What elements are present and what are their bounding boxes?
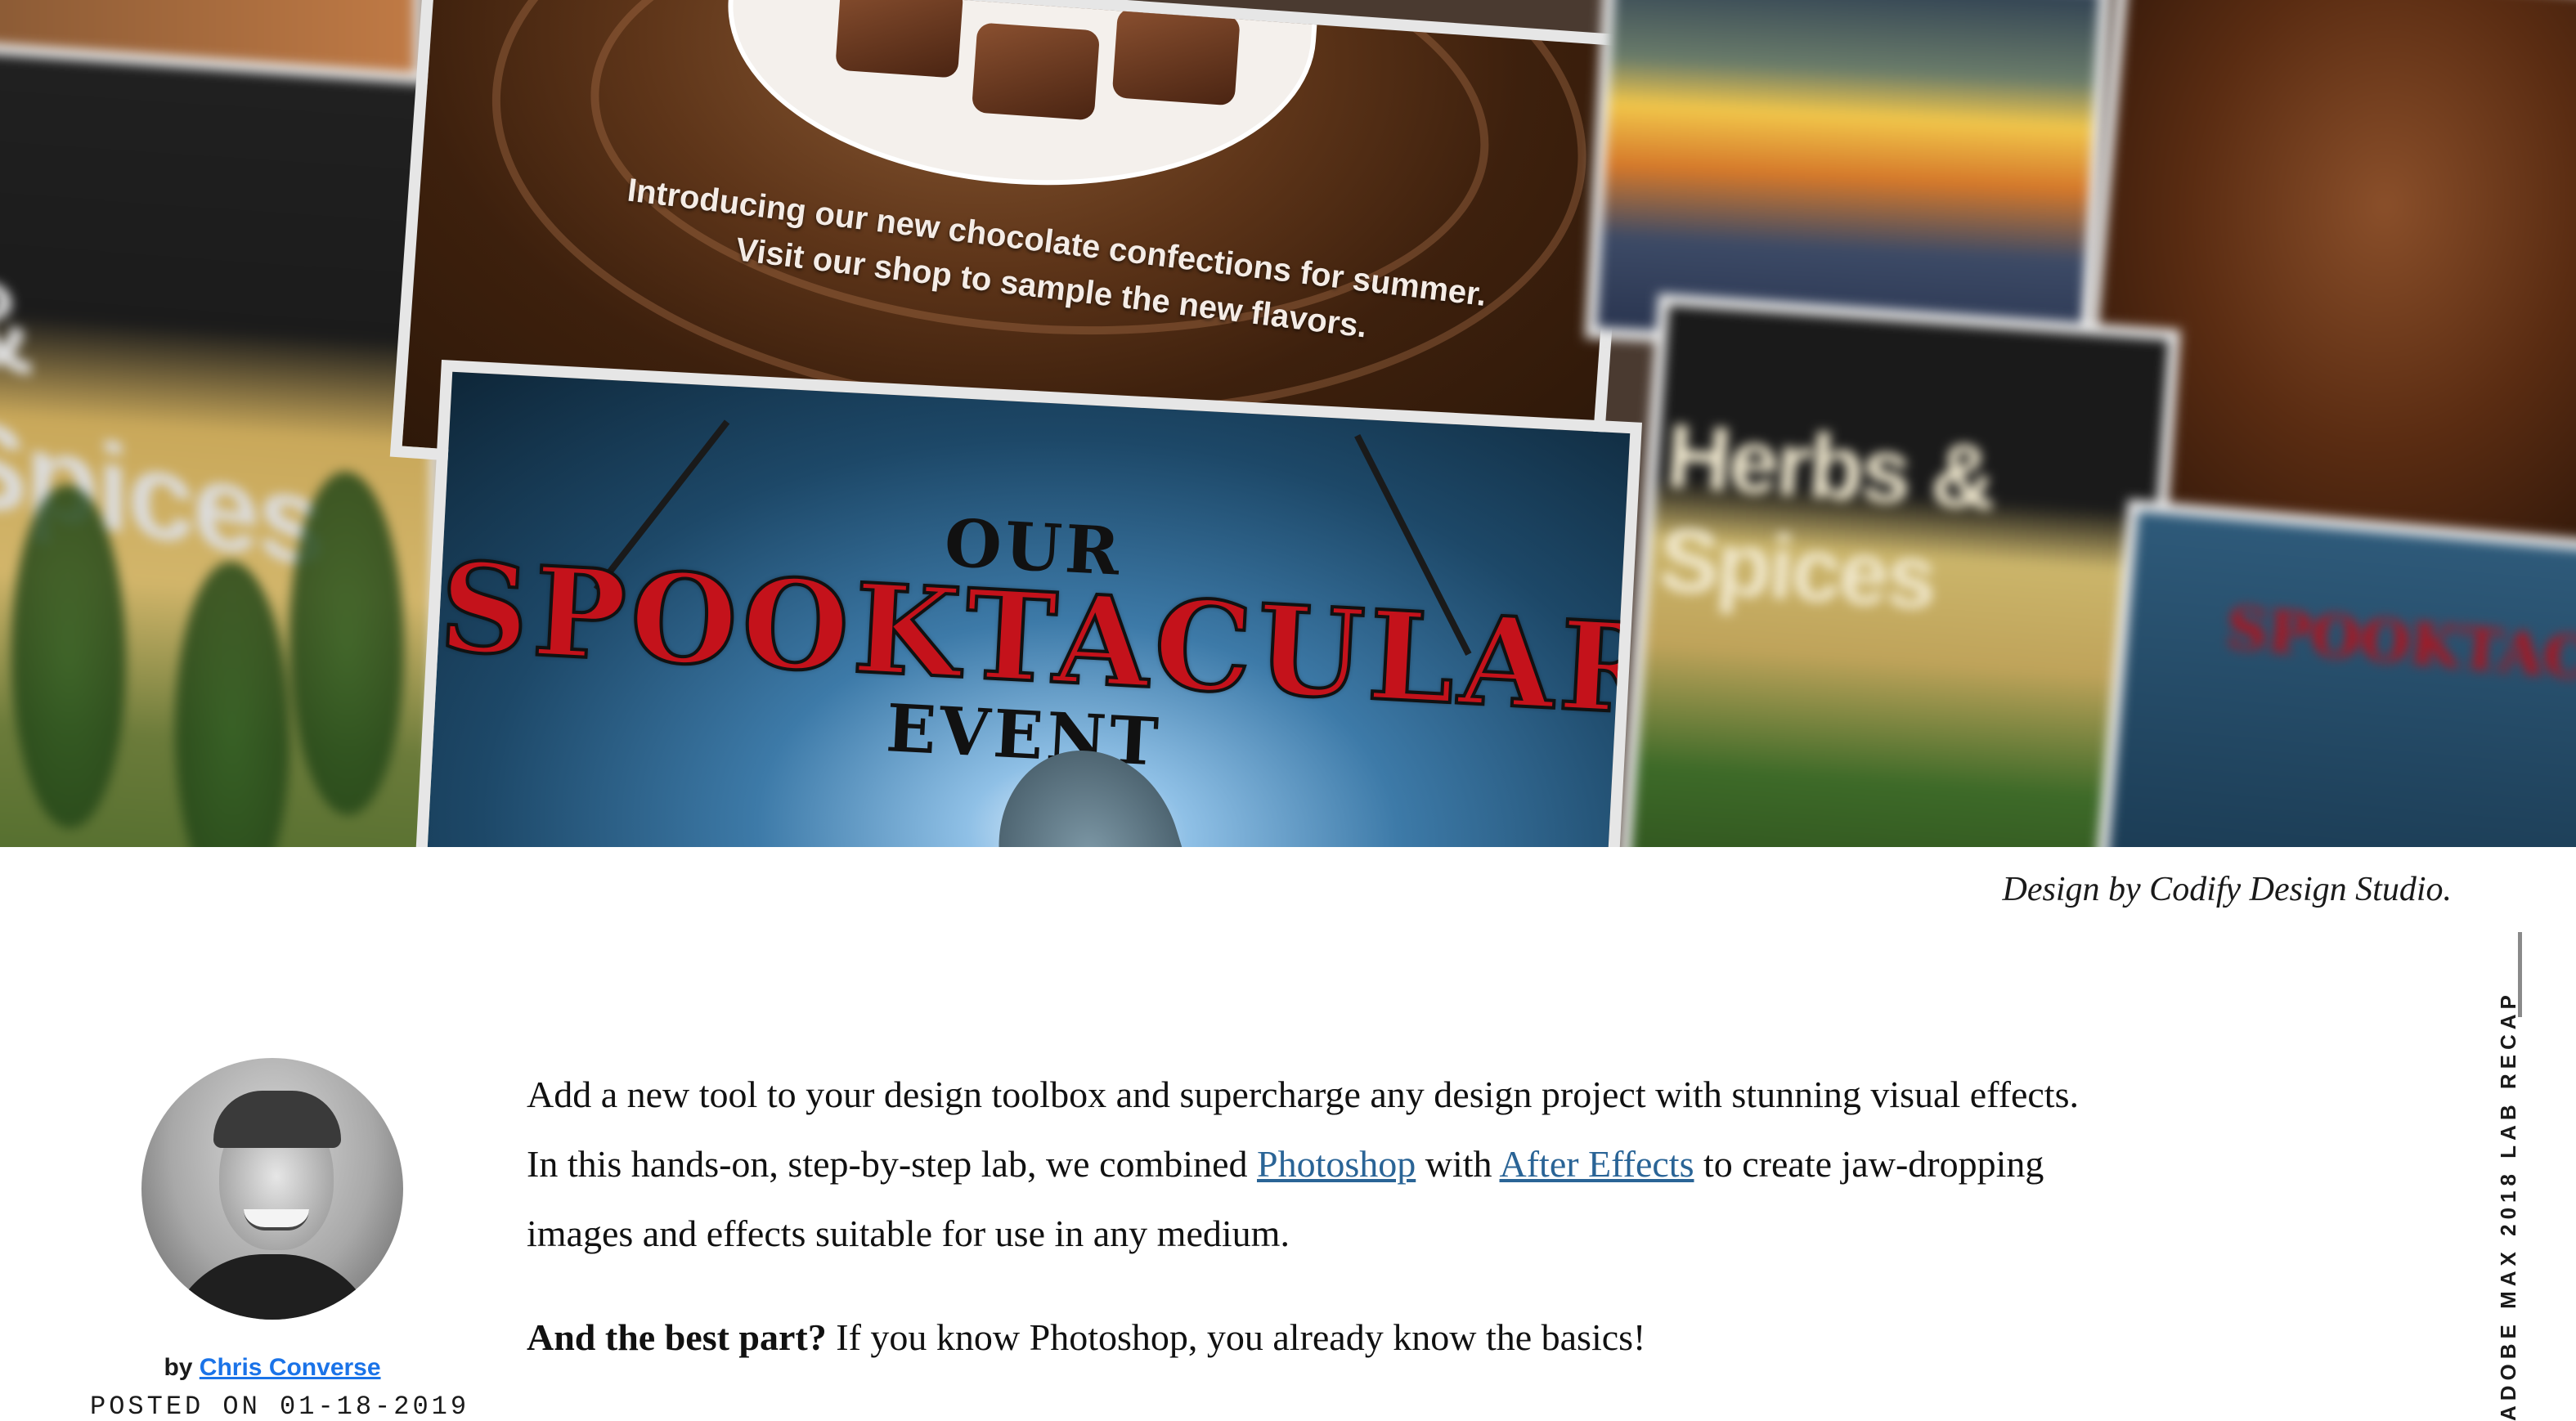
byline-prefix: by xyxy=(164,1354,193,1381)
collage-panel-spooktacular: OUR SPOOKTACULAR EVENT xyxy=(411,360,1642,847)
collage-panel-spices-left: & Spices xyxy=(0,40,442,847)
after-effects-link[interactable]: After Effects xyxy=(1500,1143,1694,1185)
posted-date: POSTED ON 01-18-2019 xyxy=(90,1392,470,1421)
collage-panel-spook-right: SPOOKTACULAR xyxy=(2094,499,2576,847)
author-name-link[interactable]: Chris Converse xyxy=(200,1354,381,1381)
article-body: Add a new tool to your design toolbox an… xyxy=(527,1060,2080,1406)
article-paragraph-2: And the best part? If you know Photoshop… xyxy=(527,1316,1646,1358)
image-caption: Design by Codify Design Studio. xyxy=(2002,871,2452,908)
hero-image: & Spices Introducing our new chocolate c… xyxy=(0,0,2576,847)
photoshop-link[interactable]: Photoshop xyxy=(1257,1143,1416,1185)
article-paragraph-1: Add a new tool to your design toolbox an… xyxy=(527,1074,2079,1254)
author-avatar xyxy=(141,1058,403,1320)
herbs-word: Herbs & Spices xyxy=(1656,405,1998,629)
collage-panel-herbs: Herbs & Spices xyxy=(1613,293,2181,847)
spook-right-word: SPOOKTACULAR xyxy=(2224,593,2576,709)
side-category-label: ADOBE MAX 2018 LAB RECAP xyxy=(2496,990,2520,1421)
author-byline: by Chris Converse xyxy=(0,1354,545,1382)
emphasis-text: And the best part? xyxy=(527,1316,827,1358)
